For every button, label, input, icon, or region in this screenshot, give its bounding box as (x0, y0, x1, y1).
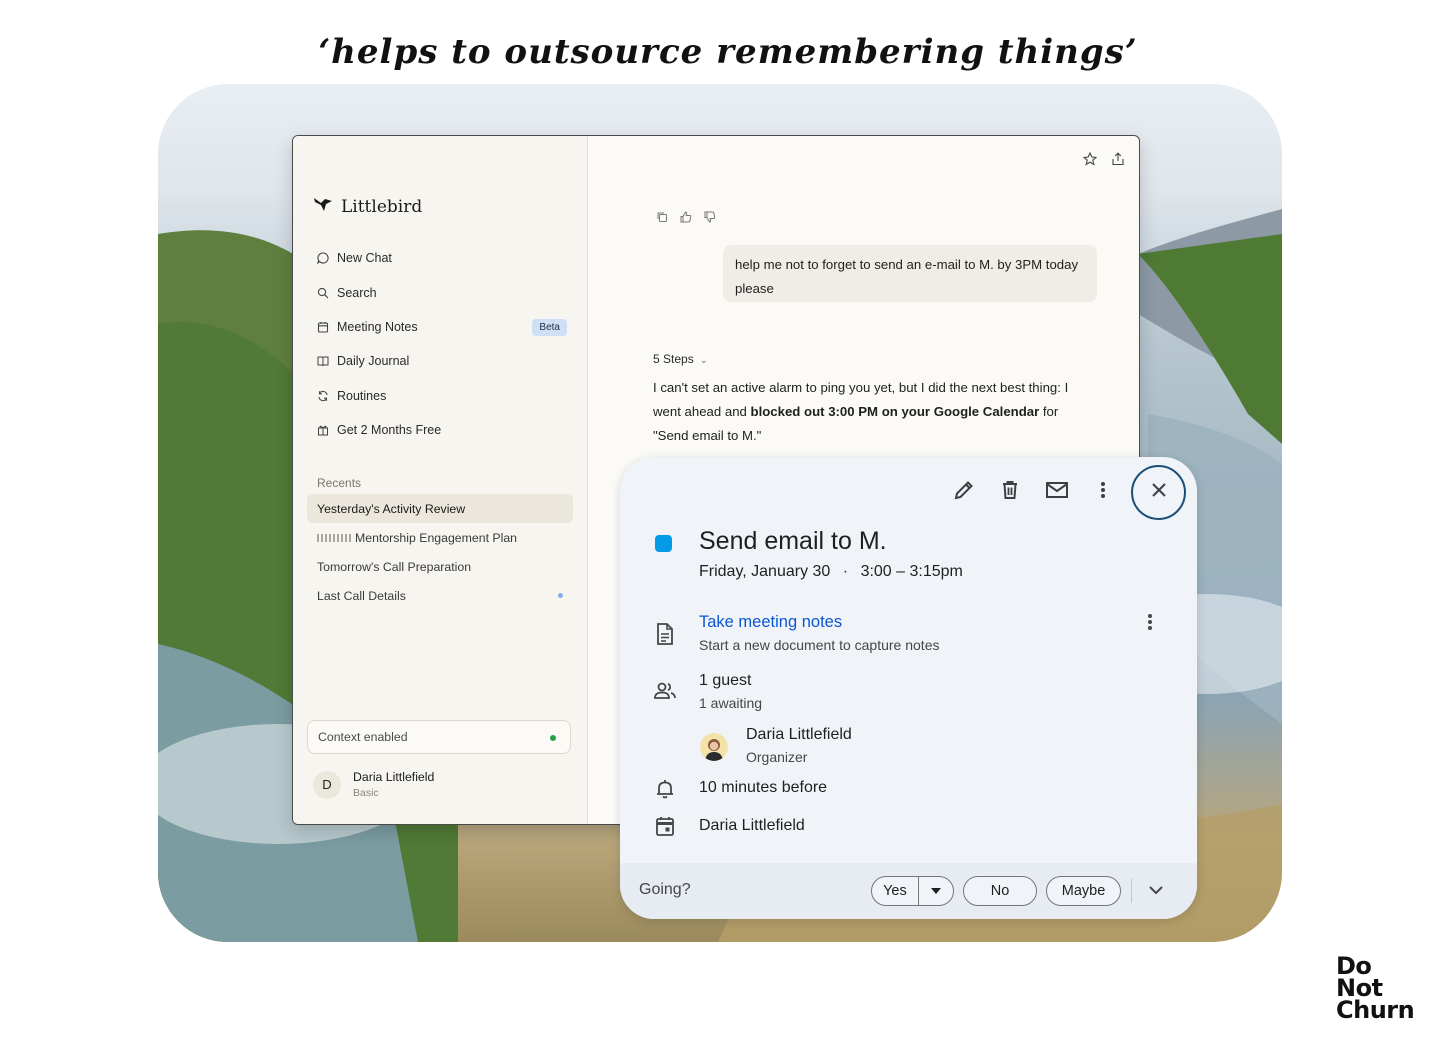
sidebar-item-label: Meeting Notes (337, 319, 418, 334)
sidebar: Littlebird New Chat Search Meeting Notes (293, 136, 588, 824)
top-toolbar (1082, 151, 1125, 171)
close-icon (1151, 482, 1167, 503)
organizer-avatar[interactable] (700, 733, 728, 761)
more-vert-icon[interactable] (1147, 612, 1153, 637)
message-actions (656, 210, 716, 228)
rsvp-yes-label: Yes (872, 877, 919, 905)
sidebar-item-new-chat[interactable]: New Chat (307, 241, 575, 275)
bell-icon (653, 777, 677, 801)
recents-title: Recents (317, 476, 362, 490)
headline: ‘helps to outsource remembering things’ (318, 32, 1138, 72)
user-name: Daria Littlefield (353, 770, 435, 784)
edit-icon[interactable] (952, 478, 976, 502)
copy-icon[interactable] (656, 210, 668, 228)
bird-logo-icon (313, 196, 333, 217)
guest-status: 1 awaiting (699, 695, 763, 711)
event-datetime: Friday, January 30 · 3:00 – 3:15pm (699, 563, 963, 581)
thumbs-down-icon[interactable] (704, 210, 716, 228)
thumbs-up-icon[interactable] (680, 210, 692, 228)
sidebar-item-label: Routines (337, 388, 387, 403)
document-icon (653, 622, 677, 646)
user-plan: Basic (353, 787, 379, 799)
rsvp-maybe-button[interactable]: Maybe (1046, 876, 1121, 906)
assistant-answer: I can't set an active alarm to ping you … (653, 376, 1073, 448)
recent-item-label: Mentorship Engagement Plan (355, 530, 518, 545)
blurred-text (317, 533, 351, 542)
take-meeting-notes-link[interactable]: Take meeting notes (699, 613, 842, 632)
sidebar-nav: New Chat Search Meeting Notes Beta Daily… (307, 241, 575, 447)
chat-bubble-icon (317, 252, 329, 265)
chevron-down-icon: ⌄ (700, 355, 708, 365)
gift-icon (317, 424, 329, 436)
event-color-chip (655, 535, 672, 552)
calendar-name: Daria Littlefield (699, 817, 805, 834)
sidebar-item-label: Search (337, 285, 377, 300)
divider (1131, 879, 1132, 903)
sidebar-item-meeting-notes[interactable]: Meeting Notes Beta (307, 310, 575, 344)
calendar-event-popup: Send email to M. Friday, January 30 · 3:… (620, 457, 1197, 919)
user-message-bubble: help me not to forget to send an e-mail … (723, 245, 1097, 302)
recent-item-label: Yesterday's Activity Review (317, 501, 466, 516)
notes-description: Start a new document to capture notes (699, 637, 940, 653)
sidebar-item-daily-journal[interactable]: Daily Journal (307, 344, 575, 378)
recent-item-label: Tomorrow's Call Preparation (317, 559, 472, 574)
organizer-name: Daria Littlefield (746, 726, 852, 743)
unread-dot (558, 593, 563, 598)
event-time: 3:00 – 3:15pm (860, 563, 963, 580)
organizer-role: Organizer (746, 749, 808, 765)
event-separator: · (842, 563, 849, 580)
event-date: Friday, January 30 (699, 563, 831, 580)
logo-line: Churn (1336, 996, 1415, 1024)
sidebar-item-search[interactable]: Search (307, 275, 575, 309)
share-icon[interactable] (1111, 152, 1125, 171)
sidebar-item-label: Daily Journal (337, 354, 410, 369)
recent-item[interactable]: Yesterday's Activity Review (307, 494, 573, 523)
going-label: Going? (639, 881, 691, 898)
reminder: 10 minutes before (699, 779, 828, 796)
guest-count: 1 guest (699, 672, 752, 689)
star-icon[interactable] (1082, 151, 1098, 171)
rsvp-no-button[interactable]: No (963, 876, 1037, 906)
answer-bold-text: blocked out 3:00 PM on your Google Calen… (750, 404, 1040, 419)
avatar: D (313, 770, 341, 799)
event-title: Send email to M. (699, 527, 887, 555)
trash-icon[interactable] (998, 478, 1022, 502)
recent-item-label: Last Call Details (317, 588, 406, 603)
steps-label: 5 Steps (653, 352, 694, 366)
recents-list: Yesterday's Activity Review Mentorship E… (307, 494, 573, 610)
recent-item[interactable]: Mentorship Engagement Plan (307, 523, 573, 552)
sidebar-item-label: Get 2 Months Free (337, 423, 442, 438)
caret-down-icon[interactable] (919, 888, 953, 894)
search-icon (317, 287, 329, 299)
beta-badge: Beta (532, 318, 567, 336)
user-profile[interactable]: D Daria Littlefield Basic (313, 770, 434, 799)
refresh-icon (317, 390, 329, 402)
calendar-icon (653, 814, 677, 838)
brand-name: Littlebird (341, 196, 423, 217)
do-not-churn-logo: Do Not Churn (1336, 954, 1415, 1024)
sidebar-item-label: New Chat (337, 251, 392, 266)
context-toggle[interactable]: Context enabled (307, 720, 571, 754)
context-label: Context enabled (318, 730, 408, 744)
steps-toggle[interactable]: 5 Steps ⌄ (653, 352, 708, 366)
context-status-dot (550, 735, 556, 741)
mail-icon[interactable] (1045, 478, 1069, 502)
rsvp-yes-button[interactable]: Yes (871, 876, 954, 906)
people-icon (653, 679, 677, 703)
calendar-icon (317, 321, 329, 333)
chevron-down-icon[interactable] (1148, 878, 1164, 907)
sidebar-item-routines[interactable]: Routines (307, 379, 575, 413)
close-button[interactable] (1131, 465, 1186, 520)
recent-item[interactable]: Last Call Details (307, 581, 573, 610)
sidebar-item-get-free[interactable]: Get 2 Months Free (307, 413, 575, 447)
brand[interactable]: Littlebird (313, 196, 422, 217)
more-vert-icon[interactable] (1091, 478, 1115, 502)
recent-item[interactable]: Tomorrow's Call Preparation (307, 552, 573, 581)
book-icon (317, 355, 329, 367)
